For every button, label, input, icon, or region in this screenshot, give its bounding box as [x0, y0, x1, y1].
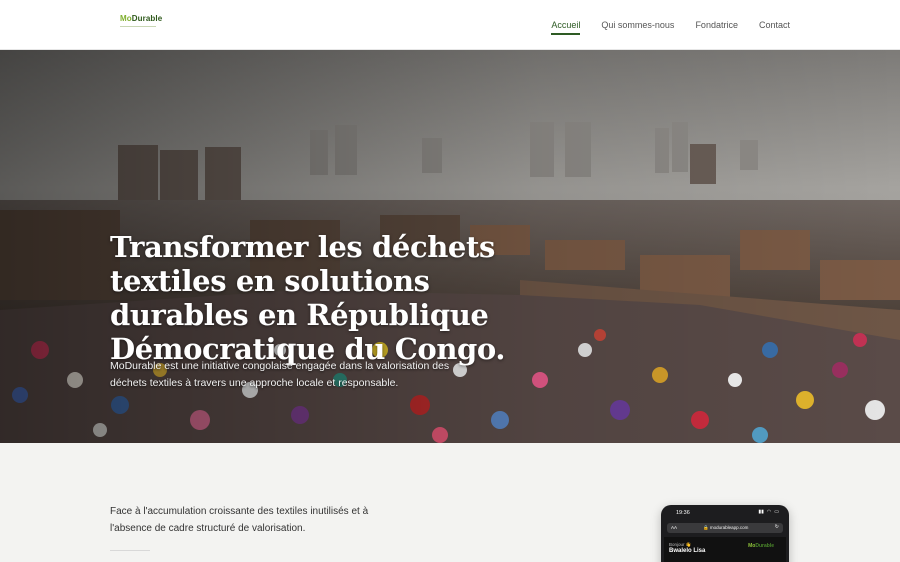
reload-icon: ↻	[774, 524, 779, 530]
nav-accueil[interactable]: Accueil	[551, 19, 581, 35]
battery-icon: ▭	[774, 509, 779, 515]
phone-time: 19:36	[676, 510, 690, 516]
nav-contact[interactable]: Contact	[759, 19, 790, 35]
reader-mode-label: AA	[671, 525, 678, 530]
phone-logo: MoDurable	[748, 543, 774, 549]
logo-mo: Mo	[120, 14, 132, 23]
intro-text: Face à l'accumulation croissante des tex…	[110, 506, 369, 534]
main-nav: Accueil Qui sommes-nous Fondatrice Conta…	[551, 19, 790, 35]
phone-logo-durable: Durable	[755, 543, 774, 549]
phone-mockup: 19:36 ▮▮ ◠ ▭ AA 🔒 modurableapp.com ↻ Bon…	[661, 505, 789, 562]
hero-section: Transformer les déchets textiles en solu…	[0, 50, 900, 443]
logo-tagline-mark	[120, 26, 156, 27]
logo-durable: Durable	[131, 14, 163, 23]
phone-url: 🔒 modurableapp.com	[703, 525, 749, 530]
intro-section: Face à l'accumulation croissante des tex…	[0, 443, 900, 562]
hero-subtitle: MoDurable est une initiative congolaise …	[110, 360, 450, 389]
logo[interactable]: MoDurable	[120, 14, 162, 32]
phone-screen: Bonjour 👋 Bwalelo Lisa MoDurable	[664, 537, 786, 562]
logo-wordmark: MoDurable	[120, 14, 162, 23]
hero-title: Transformer les déchets textiles en solu…	[110, 230, 506, 366]
phone-status-icons: ▮▮ ◠ ▭	[758, 509, 779, 515]
intro-divider	[110, 550, 150, 551]
phone-address-bar: AA 🔒 modurableapp.com ↻	[667, 523, 783, 533]
nav-fondatrice[interactable]: Fondatrice	[695, 19, 738, 35]
nav-qui-sommes-nous[interactable]: Qui sommes-nous	[601, 19, 674, 35]
phone-user-name: Bwalelo Lisa	[669, 548, 706, 554]
wifi-icon: ◠	[766, 509, 772, 515]
site-header: MoDurable Accueil Qui sommes-nous Fondat…	[0, 0, 900, 50]
signal-icon: ▮▮	[758, 509, 764, 515]
